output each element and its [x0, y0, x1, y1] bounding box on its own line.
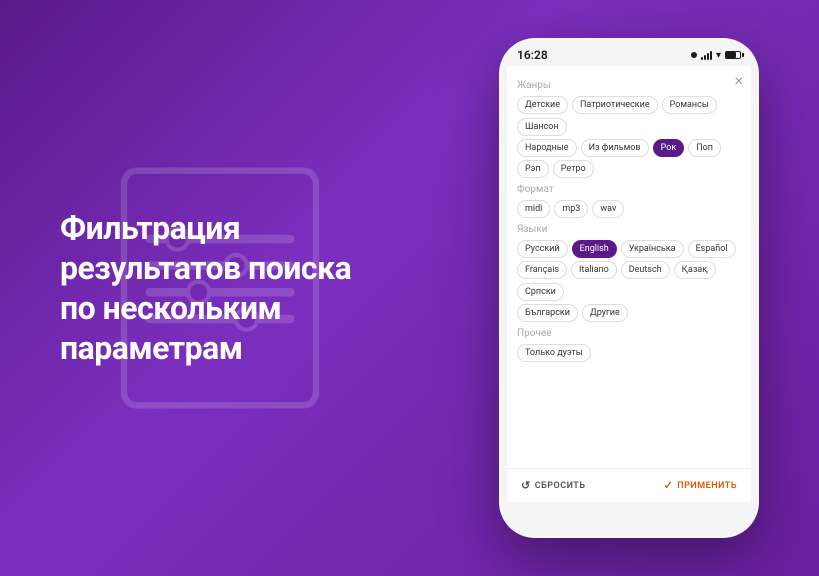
tag-iz-filmov[interactable]: Из фильмов — [581, 139, 649, 157]
format-row-1: midi mp3 wav — [517, 200, 741, 218]
tag-balgarski[interactable]: Български — [517, 304, 578, 322]
tag-srpski[interactable]: Српски — [517, 283, 564, 301]
tag-english[interactable]: English — [572, 240, 617, 258]
signal-icon — [701, 50, 712, 60]
tag-rok[interactable]: Рок — [653, 139, 685, 157]
genres-row-1: Детские Патриотические Романсы Шансон — [517, 96, 741, 136]
tag-romansy[interactable]: Романсы — [662, 96, 717, 114]
format-section: Формат midi mp3 wav — [517, 184, 741, 218]
tag-duety[interactable]: Только дуэты — [517, 344, 591, 362]
phone-screen: × Жанры Детские Патриотические Романсы Ш… — [507, 66, 751, 502]
languages-section: Языки Русский English Українська Español… — [517, 224, 741, 322]
tag-wav[interactable]: wav — [592, 200, 624, 218]
tag-midi[interactable]: midi — [517, 200, 550, 218]
wifi-icon: ▾ — [716, 50, 721, 61]
camera-dot — [691, 52, 697, 58]
other-row-1: Только дуэты — [517, 344, 741, 362]
battery-icon — [725, 51, 741, 59]
tag-drugie[interactable]: Другие — [582, 304, 628, 322]
page-title: Фильтрация результатов поиска по несколь… — [60, 208, 380, 368]
status-bar: 16:28 ▾ — [501, 40, 757, 66]
tag-deutsch[interactable]: Deutsch — [621, 261, 670, 279]
genres-row-3: Рэп Ретро — [517, 160, 741, 178]
tag-russian[interactable]: Русский — [517, 240, 568, 258]
tag-ukrainian[interactable]: Українська — [621, 240, 684, 258]
format-label: Формат — [517, 184, 741, 195]
tag-mp3[interactable]: mp3 — [554, 200, 588, 218]
phone-footer: ↺ СБРОСИТЬ ✓ ПРИМЕНИТЬ — [507, 468, 751, 502]
reset-button[interactable]: ↺ СБРОСИТЬ — [521, 479, 586, 492]
status-time: 16:28 — [517, 48, 548, 62]
apply-label: ПРИМЕНИТЬ — [677, 481, 737, 491]
close-button[interactable]: × — [735, 72, 743, 88]
tag-kazak[interactable]: Қазақ — [674, 261, 716, 279]
tag-narodnye[interactable]: Народные — [517, 139, 577, 157]
tag-shanson[interactable]: Шансон — [517, 118, 567, 136]
left-content: Фильтрация результатов поиска по несколь… — [0, 168, 380, 408]
reset-label: СБРОСИТЬ — [535, 481, 586, 491]
tag-retro[interactable]: Ретро — [553, 160, 594, 178]
languages-row-1: Русский English Українська Español — [517, 240, 741, 258]
tag-francais[interactable]: Français — [517, 261, 567, 279]
languages-row-3: Български Другие — [517, 304, 741, 322]
genres-section: Жанры Детские Патриотические Романсы Шан… — [517, 80, 741, 178]
other-section: Прочее Только дуэты — [517, 328, 741, 362]
genres-row-2: Народные Из фильмов Рок Поп — [517, 139, 741, 157]
phone-wrapper: 16:28 ▾ × Жанры — [479, 8, 819, 568]
phone-mockup: 16:28 ▾ × Жанры — [499, 38, 759, 538]
tag-espanol[interactable]: Español — [688, 240, 736, 258]
genres-label: Жанры — [517, 80, 741, 91]
tag-pop[interactable]: Поп — [688, 139, 721, 157]
languages-row-2: Français Italiano Deutsch Қазақ Српски — [517, 261, 741, 301]
reset-icon: ↺ — [521, 479, 531, 492]
tag-patrioticheskie[interactable]: Патриотические — [572, 96, 658, 114]
status-icons: ▾ — [691, 50, 741, 61]
tag-rep[interactable]: Рэп — [517, 160, 549, 178]
tag-italiano[interactable]: Italiano — [571, 261, 617, 279]
tag-detskie[interactable]: Детские — [517, 96, 568, 114]
languages-label: Языки — [517, 224, 741, 235]
apply-icon: ✓ — [664, 479, 674, 492]
apply-button[interactable]: ✓ ПРИМЕНИТЬ — [664, 479, 737, 492]
other-label: Прочее — [517, 328, 741, 339]
